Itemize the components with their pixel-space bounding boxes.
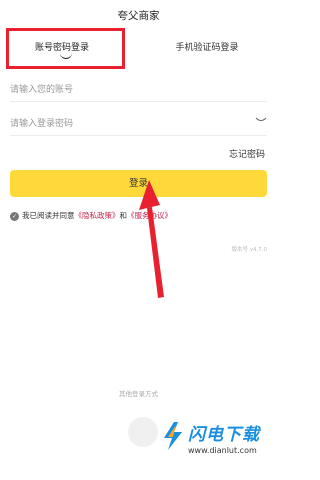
page-title: 夸父商家 (117, 10, 160, 22)
checkbox-checked-icon[interactable]: ✓ (10, 211, 19, 221)
version-label: 版本号 v4.7.0 (231, 247, 268, 253)
password-field[interactable]: 请输入登录密码 (10, 110, 267, 136)
watermark-name: 闪电下载 (188, 425, 260, 445)
annotation-highlight-box (6, 28, 125, 69)
annotation-arrow (139, 180, 164, 298)
social-login-icon[interactable] (128, 417, 158, 447)
login-button[interactable]: 登录 (10, 170, 267, 197)
watermark-url: www.dianlut.com (188, 446, 257, 455)
agreement-prefix: 我已阅读并同意 (22, 211, 75, 220)
forgot-password-link[interactable]: 忘记密码 (229, 147, 265, 160)
eye-closed-icon[interactable] (255, 117, 267, 123)
privacy-policy-link[interactable]: 《隐私政策》 (75, 211, 120, 220)
tab-sms-code[interactable]: 手机验证码登录 (162, 40, 252, 53)
username-field[interactable]: 请输入您的账号 (10, 76, 267, 102)
username-placeholder: 请输入您的账号 (10, 85, 74, 95)
agreement-and: 和 (119, 211, 128, 220)
watermark: 闪电下载 www.dianlut.com (162, 418, 272, 466)
username-underline (10, 101, 267, 102)
lightning-logo-icon (164, 422, 182, 450)
password-underline (10, 135, 267, 136)
password-placeholder: 请输入登录密码 (10, 119, 74, 129)
agreement-row: ✓ 我已阅读并同意《隐私政策》和《服务协议》 (10, 210, 172, 221)
service-agreement-link[interactable]: 《服务协议》 (127, 211, 172, 220)
other-login-label: 其他登录方式 (119, 390, 158, 398)
